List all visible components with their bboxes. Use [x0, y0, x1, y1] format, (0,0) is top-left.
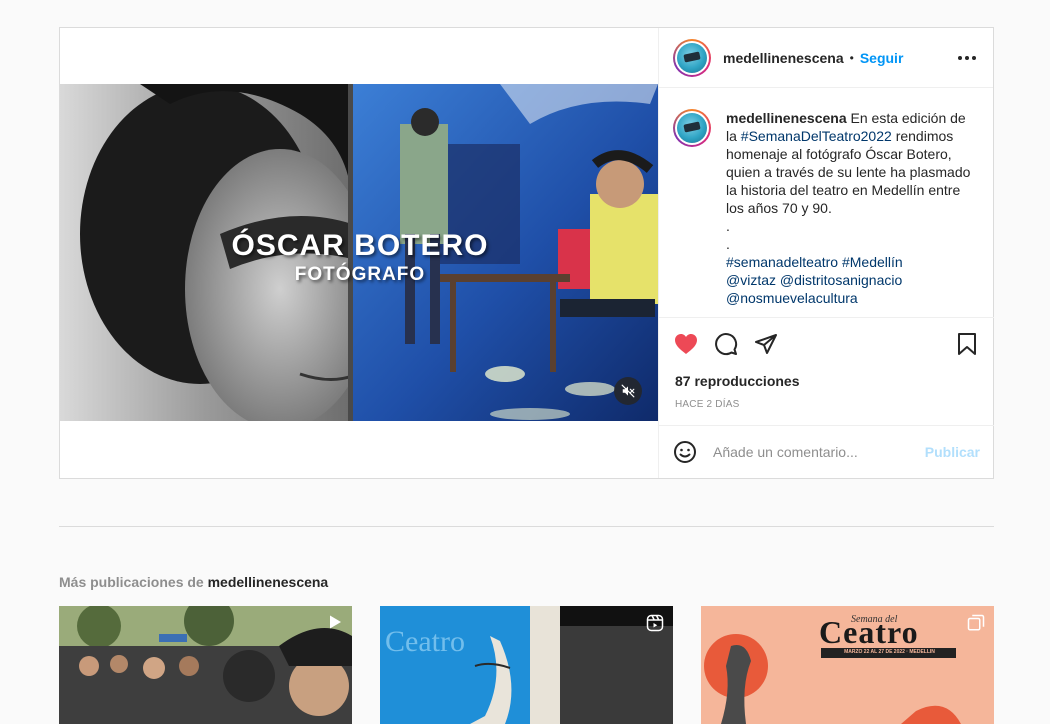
video-title-line2: FOTÓGRAFO	[294, 264, 426, 285]
post-actions: 87 reproducciones HACE 2 DÍAS	[659, 317, 994, 425]
video-play-icon	[330, 615, 341, 629]
section-divider	[59, 526, 994, 527]
bookmark-icon	[958, 333, 976, 355]
hashtag-link[interactable]: #semanadelteatro	[726, 254, 838, 270]
speaker-muted-icon	[621, 384, 635, 398]
more-horizontal-icon	[958, 55, 976, 60]
post-sidebar: medellinenescena • Seguir medellinenesce…	[658, 28, 994, 478]
header-username[interactable]: medellinenescena	[723, 50, 844, 66]
caption-text: medellinenescena En esta edición de la #…	[726, 109, 976, 317]
post-card: ÓSCAR BOTERO FOTÓGRAFO medellinenescena …	[59, 27, 994, 479]
hashtag-link[interactable]: #Medellín	[842, 254, 903, 270]
share-button[interactable]	[753, 331, 779, 357]
post-media: ÓSCAR BOTERO FOTÓGRAFO	[60, 28, 658, 478]
caption-dot: .	[726, 218, 730, 234]
avatar-image	[677, 113, 707, 143]
more-post-thumbnail[interactable]: Semana del Ceatro MARZO 22 AL 27 DE 2022…	[701, 606, 994, 724]
thumbnail-image	[59, 606, 352, 724]
mention-link[interactable]: @distritosanignacio	[780, 272, 902, 288]
mute-button[interactable]	[614, 377, 642, 405]
caption-dot: .	[726, 236, 730, 252]
emoji-button[interactable]	[673, 440, 697, 464]
more-posts-prefix: Más publicaciones de	[59, 574, 204, 590]
thumbnail-image: Ceatro	[380, 606, 673, 724]
poster-dates: MARZO 22 AL 27 DE 2022 · MEDELLÍN	[844, 649, 935, 655]
mention-link[interactable]: @nosmuevelacultura	[726, 290, 858, 306]
more-options-button[interactable]	[955, 46, 979, 70]
more-posts-heading: Más publicaciones de medellinenescena	[59, 574, 328, 590]
avatar[interactable]	[673, 38, 711, 77]
caption-username[interactable]: medellinenescena	[726, 110, 847, 126]
reels-icon	[646, 614, 664, 632]
caption-avatar[interactable]	[673, 109, 711, 147]
avatar-image	[677, 42, 707, 73]
follow-button[interactable]: Seguir	[860, 50, 904, 66]
more-post-thumbnail[interactable]: Ceatro	[380, 606, 673, 724]
heart-filled-icon	[675, 334, 697, 354]
post-video[interactable]: ÓSCAR BOTERO FOTÓGRAFO	[60, 84, 658, 421]
comment-input[interactable]	[713, 444, 913, 460]
emoji-icon	[674, 441, 696, 463]
video-title-line1: ÓSCAR BOTERO	[231, 229, 489, 262]
hashtag-link[interactable]: #SemanaDelTeatro2022	[741, 128, 892, 144]
comment-box: Publicar	[659, 425, 994, 478]
post-caption: medellinenescena En esta edición de la #…	[659, 89, 994, 317]
publish-button[interactable]: Publicar	[925, 444, 980, 460]
views-count[interactable]: 87 reproducciones	[659, 373, 994, 389]
separator-dot: •	[849, 50, 854, 65]
more-posts-username[interactable]: medellinenescena	[208, 574, 329, 590]
paper-plane-icon	[755, 334, 777, 354]
comment-button[interactable]	[713, 331, 739, 357]
mention-link[interactable]: @viztaz	[726, 272, 776, 288]
more-post-thumbnail[interactable]	[59, 606, 352, 724]
post-timestamp[interactable]: HACE 2 DÍAS	[659, 399, 994, 410]
comment-icon	[715, 333, 738, 356]
post-header: medellinenescena • Seguir	[659, 28, 993, 88]
poster-title: Ceatro	[819, 614, 919, 650]
action-icons	[659, 318, 994, 370]
svg-text:Ceatro: Ceatro	[385, 625, 465, 658]
save-button[interactable]	[954, 331, 980, 357]
like-button[interactable]	[673, 331, 699, 357]
carousel-icon	[967, 614, 985, 631]
